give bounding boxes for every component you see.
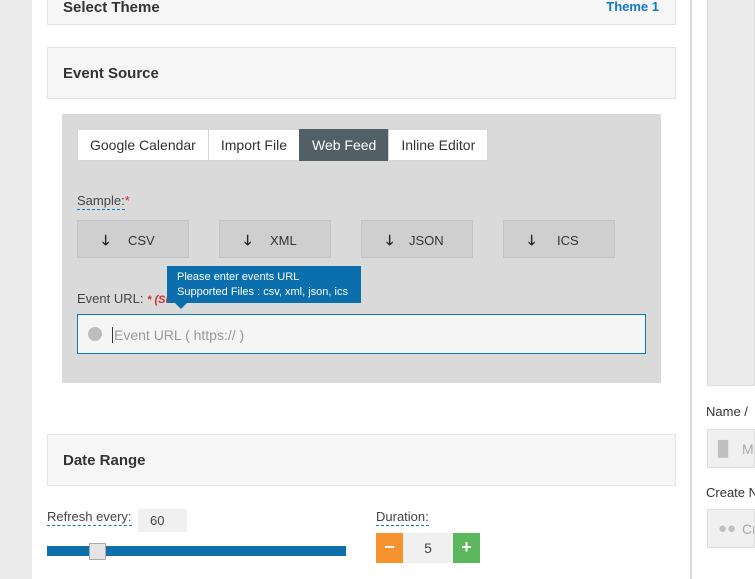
- refresh-label: Refresh every:: [47, 509, 132, 526]
- create-placeholder: Cr: [742, 521, 754, 537]
- event-source-panel: Google Calendar Import File Web Feed Inl…: [62, 114, 661, 383]
- event-url-label-wrap: Event URL: * (Su: [77, 291, 172, 306]
- duration-minus-button[interactable]: −: [376, 533, 403, 563]
- tab-import-file[interactable]: Import File: [207, 129, 300, 161]
- arrow-down-icon: 🡓: [102, 232, 110, 248]
- sample-xml-label: XML: [270, 233, 297, 248]
- refresh-input[interactable]: 60: [138, 509, 187, 532]
- sample-json-button[interactable]: 🡓 JSON: [361, 220, 473, 258]
- tooltip-line2: Supported Files : csv, xml, json, ics: [177, 286, 348, 298]
- date-range-header[interactable]: Date Range: [47, 434, 676, 486]
- tooltip-arrow: [175, 303, 187, 309]
- sample-label-wrap: Sample:*: [77, 193, 130, 210]
- arrow-down-icon: 🡓: [528, 232, 536, 248]
- sample-csv-button[interactable]: 🡓 CSV: [77, 220, 189, 258]
- duration-plus-button[interactable]: +: [453, 533, 480, 563]
- arrow-down-icon: 🡓: [386, 232, 394, 248]
- arrow-down-icon: 🡓: [244, 232, 252, 248]
- required-mark: *: [124, 193, 130, 208]
- users-icon: ●●: [718, 520, 737, 537]
- text-caret: [112, 327, 113, 343]
- tooltip-line1: Please enter events URL: [177, 271, 300, 283]
- duration-label: Duration:: [376, 509, 429, 526]
- event-source-title: Event Source: [63, 65, 159, 82]
- event-url-tooltip: Please enter events URL Supported Files …: [167, 266, 361, 309]
- name-label: Name /: [706, 404, 748, 419]
- create-input[interactable]: ●● Cr: [707, 509, 755, 548]
- date-range-title: Date Range: [63, 452, 146, 469]
- tab-inline-editor[interactable]: Inline Editor: [388, 129, 489, 161]
- event-source-header[interactable]: Event Source: [47, 47, 676, 99]
- duration-label-wrap: Duration:: [376, 509, 429, 526]
- sample-xml-button[interactable]: 🡓 XML: [219, 220, 331, 258]
- tab-web-feed[interactable]: Web Feed: [298, 129, 390, 161]
- sample-label: Sample:: [77, 193, 125, 210]
- sample-json-label: JSON: [409, 233, 444, 248]
- event-url-input[interactable]: Event URL ( https:// ): [77, 314, 646, 354]
- name-input[interactable]: ▉ M: [707, 429, 755, 468]
- refresh-slider-thumb[interactable]: [89, 543, 106, 560]
- select-theme-title: Select Theme: [63, 0, 160, 16]
- sample-ics-button[interactable]: 🡓 ICS: [503, 220, 615, 258]
- duration-value[interactable]: 5: [403, 533, 453, 563]
- source-tabs: Google Calendar Import File Web Feed Inl…: [77, 129, 489, 161]
- right-column: Name / ▉ M Create N ●● Cr: [692, 0, 755, 579]
- globe-icon: [88, 327, 102, 341]
- event-url-placeholder: Event URL ( https:// ): [114, 327, 245, 343]
- right-preview-box: [707, 0, 755, 386]
- tab-google-calendar[interactable]: Google Calendar: [77, 129, 209, 161]
- select-theme-header[interactable]: Select Theme Theme 1: [47, 0, 676, 25]
- refresh-label-wrap: Refresh every:: [47, 509, 132, 526]
- file-icon: ▉: [718, 441, 730, 458]
- sample-ics-label: ICS: [557, 233, 579, 248]
- sample-csv-label: CSV: [128, 233, 155, 248]
- name-placeholder: M: [742, 441, 754, 457]
- create-label: Create N: [706, 485, 755, 500]
- theme-link[interactable]: Theme 1: [606, 0, 659, 14]
- event-url-label: Event URL:: [77, 291, 144, 306]
